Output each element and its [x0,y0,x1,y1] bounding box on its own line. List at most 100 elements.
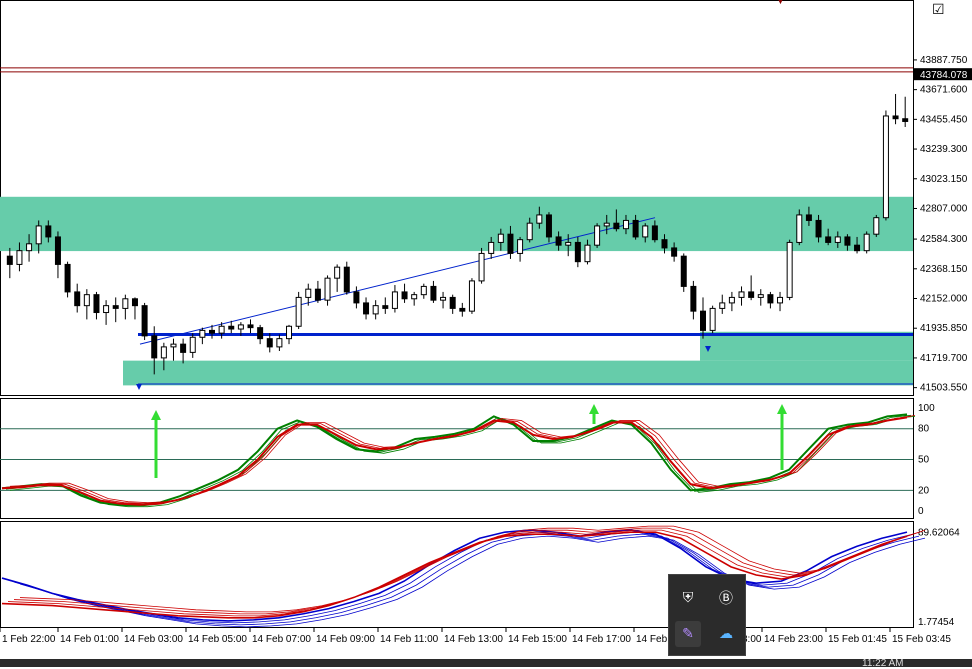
candle-body [74,291,81,307]
candle-body [584,244,591,263]
osc-tick-label: 1.77454 [918,617,955,628]
candle-body [680,255,687,287]
price-tick-label: 41503.550 [920,383,968,394]
candle-body [767,294,774,304]
candle-body [305,288,312,298]
chart-shift-marker-icon: ▼ [777,0,784,6]
price-tick-label: 43023.150 [920,174,968,185]
candle-body [411,294,418,300]
candle-body [738,291,745,298]
candle-body [218,325,225,334]
current-price-label: 43784.078 [920,70,968,81]
time-tick-label: 14 Feb [636,634,668,645]
candle-body [103,305,110,314]
time-tick-label: 14 Feb 11:00 [380,634,439,645]
candle-body [642,225,649,238]
candle-body [35,225,42,245]
candle-body [314,288,321,301]
candle-body [613,222,620,230]
candle-body [449,296,456,309]
candle-body [6,255,13,265]
time-tick-label: 14 Feb 23:00 [764,634,823,645]
candle-body [690,285,697,312]
tray-overflow-popup: ⛨ Ⓑ ✎ ☁ [668,574,746,656]
candle-body [401,291,408,300]
time-tick-label: 14 Feb 05:00 [188,634,247,645]
price-tick-label: 42584.300 [920,234,968,245]
candle-body [497,233,504,243]
candle-body [873,217,880,235]
zone-rect [700,331,913,361]
candle-body [324,277,331,301]
candle-body [141,305,148,337]
candle-body [748,291,755,298]
candle-body [517,239,524,254]
candle-body [353,291,360,304]
checkbox-icon[interactable]: ☑ [932,2,945,18]
time-axis: 1 Feb 22:00 14 Feb 01:00 14 Feb 03:00 14 Fe… [0,628,951,645]
candle-body [545,214,552,238]
shield-check-icon[interactable]: ⛨ [675,585,701,611]
b-app-icon[interactable]: Ⓑ [713,585,739,611]
candle-body [815,219,822,238]
candle-body [54,236,61,265]
candle-body [180,343,187,353]
candle-body [112,305,119,309]
stoch-tick-label: 0 [918,506,924,517]
candle-body [160,346,167,359]
candle-body [651,225,658,241]
candle-body [574,241,581,263]
candle-body [661,239,668,249]
time-tick-label: 14 Feb 01:00 [60,634,119,645]
candle-body [228,325,235,330]
candle-body [671,247,678,257]
trading-chart[interactable]: 43887.750 43671.600 43455.450 43239.300 4302… [0,0,972,667]
candle-body [834,236,841,243]
taskbar-clock: 11:22 AM [862,658,904,669]
stochastic-panel [0,398,914,519]
candle-body [382,305,389,309]
price-tick-label: 41719.700 [920,353,968,364]
candle-body [825,236,832,243]
zone-rect [123,360,913,386]
candle-body [122,298,129,309]
time-tick-label: 14 Feb 03:00 [124,634,183,645]
candle-body [420,285,427,296]
stoch-tick-label: 100 [918,403,935,414]
candle-body [286,325,293,340]
feather-pen-icon[interactable]: ✎ [675,621,701,647]
cloud-icon[interactable]: ☁ [713,621,739,647]
candle-body [257,327,264,340]
candle-body [363,302,370,315]
price-tick-label: 42807.000 [920,203,968,214]
stoch-tick-label: 50 [918,455,930,466]
candle-body [632,219,639,238]
candle-body [777,296,784,304]
candle-body [488,241,495,254]
candle-body [199,329,206,338]
candle-body [247,324,254,329]
candle-body [786,241,793,298]
candle-body [902,118,909,122]
price-tick-label: 41935.850 [920,323,968,334]
candle-body [334,266,341,279]
candle-body [343,266,350,293]
candle-body [189,336,196,353]
candle-body [805,214,812,221]
candle-body [372,305,379,315]
time-tick-label: 1 Feb 22:00 [2,634,56,645]
candle-body [83,294,90,307]
osc-tick-label: 89.62064 [918,528,960,539]
candle-body [16,250,23,265]
candle-body [892,115,899,120]
candle-body [507,233,514,254]
price-tick-label: 43887.750 [920,55,968,66]
candle-body [170,343,177,348]
price-tick-label: 43455.450 [920,114,968,125]
time-tick-label: 14 Feb 09:00 [316,634,375,645]
candle-body [430,285,437,301]
candle-body [45,225,52,238]
time-tick-label: 14 Feb 07:00 [252,634,311,645]
time-tick-label: 15 Feb 03:45 [892,634,951,645]
price-axis: 43887.750 43671.600 43455.450 43239.300 4302… [913,55,972,394]
